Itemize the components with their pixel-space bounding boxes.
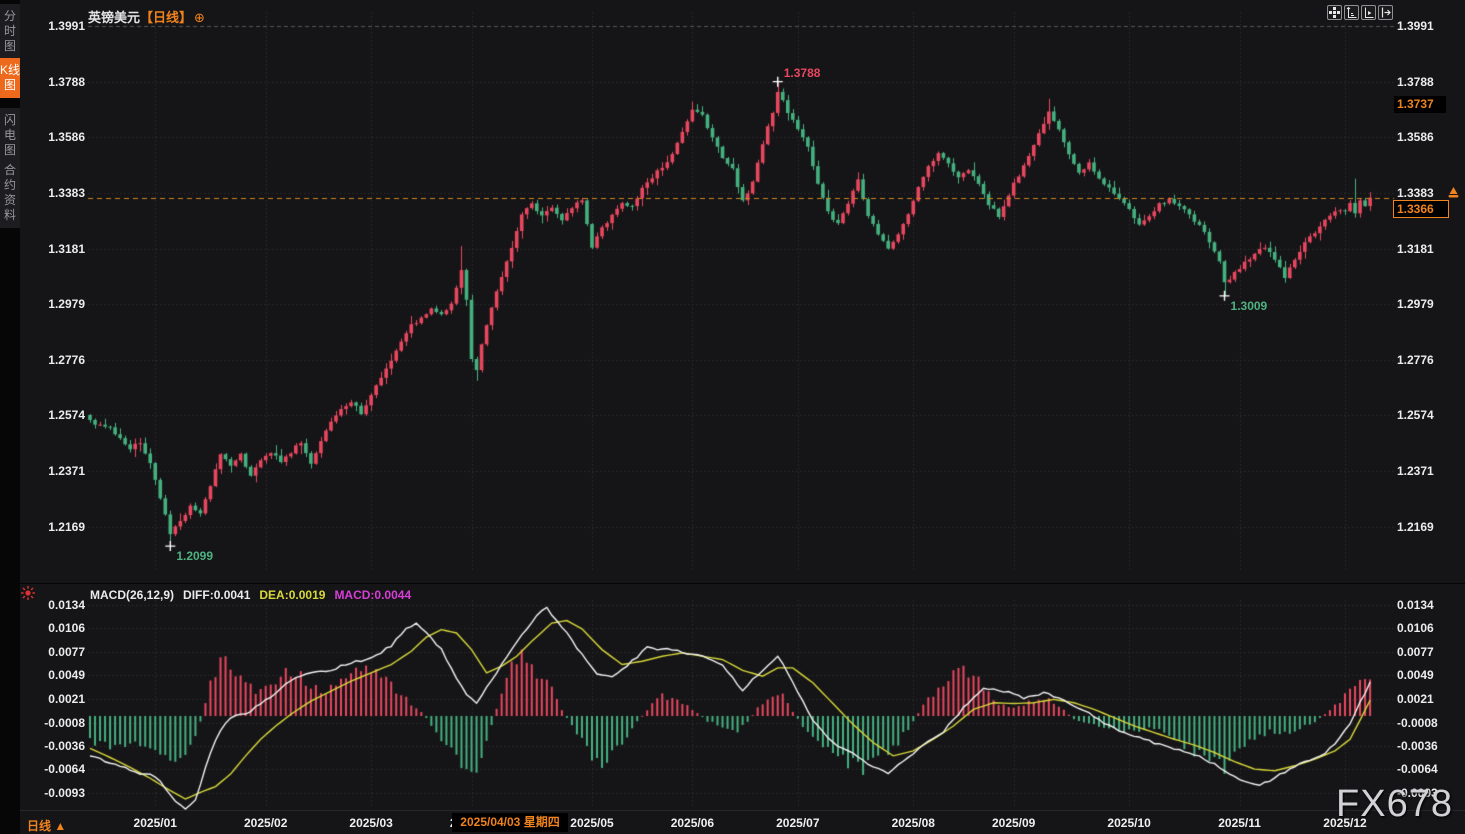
price-axis-tick-right: 1.3383: [1397, 186, 1434, 200]
macd-axis-tick-right: -0.0036: [1397, 739, 1438, 753]
period-selector[interactable]: 日线 ▲: [27, 817, 66, 834]
sidebar: 分时图 K线图 闪电图 合约资料: [0, 0, 20, 834]
indicator-alarm-icon[interactable]: [20, 585, 36, 606]
macd-axis-tick-left: -0.0064: [26, 762, 85, 776]
price-axis-tick-left: 1.2169: [40, 520, 85, 534]
macd-axis-tick-right: 0.0134: [1397, 598, 1434, 612]
prev-close-value: 1.3737: [1397, 97, 1434, 111]
axis-scale-icon[interactable]: [1344, 5, 1359, 20]
period-tag: 【日线】: [140, 10, 192, 25]
macd-axis-tick-right: 0.0021: [1397, 692, 1434, 706]
price-axis-tick-left: 1.2979: [40, 297, 85, 311]
time-axis-label: 2025/09: [992, 816, 1035, 830]
extreme-price-annotation: 1.2099: [176, 549, 213, 563]
last-price-value: 1.3366: [1397, 202, 1434, 216]
macd-diff-value: DIFF:0.0041: [183, 588, 250, 602]
price-axis-tick-right: 1.3788: [1397, 75, 1434, 89]
macd-header: MACD(26,12,9) DIFF:0.0041 DEA:0.0019 MACD:0…: [90, 588, 420, 602]
time-axis-label: 2025/02: [244, 816, 287, 830]
axis-playback-icon[interactable]: [1361, 5, 1376, 20]
sidebar-tab-kline[interactable]: K线图: [0, 58, 20, 98]
time-axis-divider: [0, 810, 1465, 811]
prev-close-price-box: 1.3737: [1394, 96, 1446, 113]
chart-title: 英镑美元【日线】⊕: [88, 7, 205, 26]
macd-dea-value: DEA:0.0019: [259, 588, 325, 602]
time-axis-label: 2025/07: [776, 816, 819, 830]
price-axis-tick-left: 1.3788: [40, 75, 85, 89]
sidebar-tab-contract-info[interactable]: 合约资料: [0, 158, 20, 228]
macd-axis-tick-right: 0.0049: [1397, 668, 1434, 682]
macd-axis-tick-left: 0.0049: [26, 668, 85, 682]
price-axis-tick-right: 1.2776: [1397, 353, 1434, 367]
price-axis-tick-left: 1.3586: [40, 130, 85, 144]
price-axis-tick-right: 1.2574: [1397, 408, 1434, 422]
price-axis-tick-left: 1.2574: [40, 408, 85, 422]
macd-axis-tick-left: 0.0021: [26, 692, 85, 706]
time-axis-label: 2025/06: [671, 816, 714, 830]
watermark-logo: FX678: [1336, 783, 1453, 826]
macd-hist-value: MACD:0.0044: [334, 588, 411, 602]
pan-icon[interactable]: [1327, 5, 1342, 20]
price-axis-tick-right: 1.2371: [1397, 464, 1434, 478]
price-axis-tick-left: 1.3181: [40, 242, 85, 256]
symbol-name: 英镑美元: [88, 10, 140, 25]
selected-date-badge: 2025/04/03 星期四: [452, 813, 568, 832]
jump-to-latest-icon[interactable]: [1378, 5, 1393, 20]
macd-axis-tick-left: -0.0036: [26, 739, 85, 753]
price-axis-tick-right: 1.3586: [1397, 130, 1434, 144]
time-axis-label: 2025/03: [349, 816, 392, 830]
macd-name: MACD(26,12,9): [90, 588, 174, 602]
price-axis-tick-left: 1.2776: [40, 353, 85, 367]
time-axis-label: 2025/08: [892, 816, 935, 830]
price-axis-tick-left: 1.3383: [40, 186, 85, 200]
time-axis-label: 2025/10: [1107, 816, 1150, 830]
macd-axis-tick-right: -0.0064: [1397, 762, 1438, 776]
macd-axis-tick-right: 0.0077: [1397, 645, 1434, 659]
price-axis-tick-right: 1.3181: [1397, 242, 1434, 256]
macd-axis-tick-left: 0.0106: [26, 621, 85, 635]
time-axis-label: 2025/05: [570, 816, 613, 830]
indicator-settings-icon[interactable]: ⊕: [194, 10, 205, 25]
chart-window: 分时图 K线图 闪电图 合约资料 英镑美元【日线】⊕ 1.3737: [0, 0, 1465, 834]
panel-divider: [0, 583, 1465, 584]
time-axis-label: 2025/01: [134, 816, 177, 830]
time-axis-label: 2025/11: [1218, 816, 1261, 830]
extreme-price-annotation: 1.3788: [784, 66, 821, 80]
price-axis-tick-right: 1.2169: [1397, 520, 1434, 534]
price-axis-tick-right: 1.2979: [1397, 297, 1434, 311]
macd-axis-tick-right: 0.0106: [1397, 621, 1434, 635]
macd-axis-tick-left: -0.0093: [26, 786, 85, 800]
sidebar-tab-lightning[interactable]: 闪电图: [0, 108, 20, 163]
price-axis-tick-right: 1.3991: [1397, 19, 1434, 33]
price-alert-icon[interactable]: [1447, 186, 1460, 204]
last-price-box: 1.3366: [1393, 200, 1449, 218]
price-axis-tick-left: 1.3991: [40, 19, 85, 33]
extreme-price-annotation: 1.3009: [1231, 299, 1268, 313]
sidebar-tab-timeshare[interactable]: 分时图: [0, 4, 20, 59]
macd-axis-tick-left: 0.0077: [26, 645, 85, 659]
macd-axis-tick-left: -0.0008: [26, 716, 85, 730]
chart-canvas[interactable]: [0, 0, 1465, 834]
price-axis-tick-left: 1.2371: [40, 464, 85, 478]
macd-axis-tick-right: -0.0008: [1397, 716, 1438, 730]
chart-toolbar: [1327, 5, 1393, 20]
